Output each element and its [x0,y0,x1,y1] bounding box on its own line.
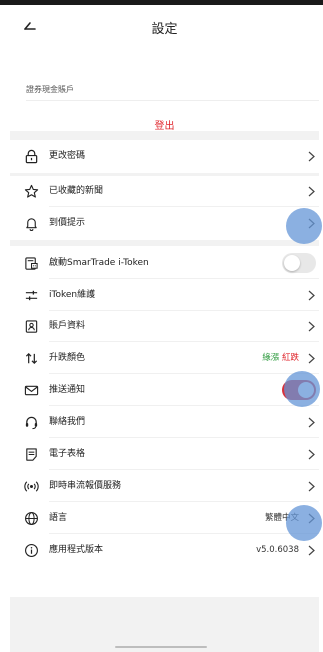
row-updown-color[interactable]: 升跌顏色 綠漲 紅跌 [10,343,319,374]
row-contact-us[interactable]: 聯絡我們 [10,407,319,438]
row-label: 推送通知 [49,385,86,395]
version-value: v5.0.6038 [256,545,299,555]
touch-indicator [284,371,320,407]
chevron-right-icon [308,545,315,556]
row-itoken-maintain[interactable]: iToken維護 [10,280,319,311]
divider [49,373,319,374]
page-title: 設定 [151,22,178,37]
red-down-label: 紅跌 [281,353,299,363]
account-info-icon [25,320,38,333]
chevron-right-icon [308,186,315,197]
logout-button[interactable]: 登出 [10,117,319,132]
chevron-right-icon [308,290,315,301]
divider [49,469,319,470]
home-indicator [115,646,207,648]
divider [49,405,319,406]
row-app-version[interactable]: 應用程式版本 v5.0.6038 [10,535,319,566]
document-icon [26,448,37,461]
chevron-right-icon [308,449,315,460]
divider [49,437,319,438]
account-card: 證券現金賬戶 登出 [10,62,319,132]
broadcast-icon [24,481,39,492]
row-label: 升跌顏色 [49,353,86,363]
row-saved-news[interactable]: 已收藏的新聞 [10,176,319,207]
row-price-alert[interactable]: 到價提示 [10,208,319,239]
row-label: 語言 [49,513,68,523]
envelope-icon [24,385,39,396]
chevron-right-icon [308,151,315,162]
section-gap [10,131,319,140]
row-label: 到價提示 [49,218,86,228]
divider [26,100,319,101]
row-label: iToken維護 [49,290,96,300]
chevron-right-icon [308,481,315,492]
row-streaming-service[interactable]: 即時串流報價服務 [10,471,319,502]
bottom-area [10,597,319,652]
up-down-arrows-icon [25,352,38,365]
settings-section: 啟動SmarTrade i-Token iToken維護 賬戶資料 升跌顏色 綠… [10,246,319,597]
row-language[interactable]: 語言 繁體中文 [10,503,319,534]
news-section: 已收藏的新聞 到價提示 [10,176,319,240]
divider [49,341,319,342]
itoken-toggle[interactable] [282,253,316,273]
toggle-knob [284,255,300,271]
divider [49,206,319,207]
touch-indicator [286,208,322,244]
green-up-label: 綠漲 [262,353,280,363]
row-label: 電子表格 [49,449,86,459]
sliders-icon [25,290,38,301]
lock-icon [25,149,38,164]
row-label: 更改密碼 [49,151,86,161]
divider [49,278,319,279]
row-label: 已收藏的新聞 [49,186,104,196]
itoken-device-icon [25,257,38,270]
row-label: 聯絡我們 [49,417,86,427]
divider [49,533,319,534]
info-icon [25,544,38,557]
row-label: 啟動SmarTrade i-Token [49,258,149,268]
star-icon [24,184,39,198]
row-e-forms[interactable]: 電子表格 [10,439,319,470]
chevron-right-icon [308,321,315,332]
touch-indicator [286,505,322,541]
header: 設定 [10,5,319,49]
row-push-notification[interactable]: 推送通知 [10,375,319,406]
updown-color-value: 綠漲 紅跌 [262,343,299,374]
chevron-right-icon [308,353,315,364]
security-section: 更改密碼 [10,140,319,173]
divider [49,501,319,502]
row-label: 即時串流報價服務 [49,481,122,491]
row-change-password[interactable]: 更改密碼 [10,141,319,172]
globe-icon [25,512,38,525]
account-type-label: 證券現金賬戶 [26,85,74,94]
chevron-right-icon [308,417,315,428]
row-label: 應用程式版本 [49,545,104,555]
bell-icon [26,218,37,231]
row-itoken-activate[interactable]: 啟動SmarTrade i-Token [10,248,319,279]
row-account-info[interactable]: 賬戶資料 [10,311,319,342]
row-label: 賬戶資料 [49,321,86,331]
headset-icon [25,416,38,430]
